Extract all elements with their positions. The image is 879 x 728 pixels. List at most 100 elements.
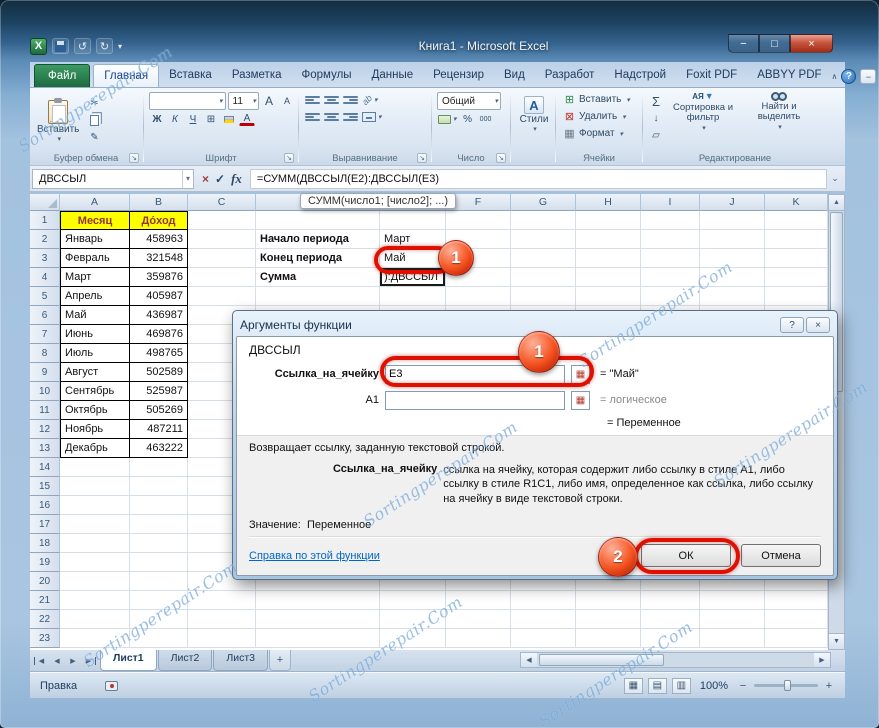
close-button[interactable]: × <box>790 34 833 53</box>
row-header-4[interactable]: 4 <box>30 268 60 287</box>
cell-B20[interactable] <box>130 572 188 591</box>
cell-E1[interactable] <box>380 211 446 230</box>
zoom-slider-thumb[interactable] <box>784 680 792 691</box>
cell-I21[interactable] <box>641 591 700 610</box>
cell-H4[interactable] <box>576 268 641 287</box>
align-right-icon[interactable] <box>342 109 359 125</box>
row-header-15[interactable]: 15 <box>30 477 60 496</box>
view-page-layout-icon[interactable]: ▤ <box>647 677 667 694</box>
cell-B15[interactable] <box>130 477 188 496</box>
cancel-entry-button[interactable]: × <box>202 172 209 186</box>
cell-A17[interactable] <box>60 515 130 534</box>
cell-D3[interactable]: Конец периода <box>256 249 380 268</box>
cell-J21[interactable] <box>700 591 765 610</box>
cell-A23[interactable] <box>60 629 130 648</box>
cell-A1[interactable]: Месяц <box>60 211 130 230</box>
row-header-19[interactable]: 19 <box>30 553 60 572</box>
formula-bar-expand-icon[interactable]: ⌄ <box>827 173 843 184</box>
cell-J22[interactable] <box>700 610 765 629</box>
cell-F3[interactable] <box>446 249 511 268</box>
select-all-corner[interactable] <box>30 194 60 211</box>
cell-K1[interactable] <box>765 211 828 230</box>
cell-B6[interactable]: 436987 <box>130 306 188 325</box>
cell-I4[interactable] <box>641 268 700 287</box>
ribbon-tab-Рецензир[interactable]: Рецензир <box>423 64 494 87</box>
number-format-select[interactable]: Общий ▾ <box>437 92 501 110</box>
cell-J3[interactable] <box>700 249 765 268</box>
font-size-select[interactable]: 11 ▾ <box>227 92 259 110</box>
macro-record-icon[interactable] <box>105 680 119 691</box>
cell-E3[interactable]: Май <box>380 249 446 268</box>
cell-I3[interactable] <box>641 249 700 268</box>
insert-sheet-button[interactable]: + <box>268 650 291 671</box>
cell-D22[interactable] <box>256 610 380 629</box>
cell-A8[interactable]: Июль <box>60 344 130 363</box>
ribbon-tab-Разработ[interactable]: Разработ <box>535 64 605 87</box>
zoom-in-icon[interactable]: + <box>823 680 835 692</box>
workbook-minimize-button[interactable]: − <box>860 69 877 84</box>
percent-format-icon[interactable]: % <box>460 111 476 127</box>
function-help-link[interactable]: Справка по этой функции <box>249 550 380 562</box>
clear-icon[interactable]: ▱ <box>648 127 664 143</box>
shrink-font-icon[interactable]: А <box>279 93 295 109</box>
dialog-close-icon[interactable]: × <box>806 317 830 333</box>
row-header-5[interactable]: 5 <box>30 287 60 306</box>
cell-A5[interactable]: Апрель <box>60 287 130 306</box>
row-header-10[interactable]: 10 <box>30 382 60 401</box>
align-left-icon[interactable] <box>304 109 321 125</box>
cell-B13[interactable]: 463222 <box>130 439 188 458</box>
copy-icon[interactable] <box>86 112 102 128</box>
save-button[interactable] <box>52 38 69 54</box>
cell-A14[interactable] <box>60 458 130 477</box>
cell-H23[interactable] <box>576 629 641 648</box>
cell-D5[interactable] <box>256 287 380 306</box>
cell-B21[interactable] <box>130 591 188 610</box>
view-page-break-icon[interactable]: ▥ <box>671 677 691 694</box>
cell-G1[interactable] <box>511 211 576 230</box>
cell-B10[interactable]: 525987 <box>130 382 188 401</box>
insert-cells-button[interactable]: ⊞ Вставить ▾ <box>561 91 639 108</box>
row-header-2[interactable]: 2 <box>30 230 60 249</box>
cell-B7[interactable]: 469876 <box>130 325 188 344</box>
cell-K23[interactable] <box>765 629 828 648</box>
cell-G4[interactable] <box>511 268 576 287</box>
column-header-A[interactable]: A <box>60 194 130 211</box>
cell-D2[interactable]: Начало периода <box>256 230 380 249</box>
row-header-22[interactable]: 22 <box>30 610 60 629</box>
ribbon-tab-Разметка[interactable]: Разметка <box>222 64 292 87</box>
dialog-help-icon[interactable]: ? <box>780 317 804 333</box>
sort-filter-button[interactable]: АЯ ▼ Сортировка и фильтр ▾ <box>666 91 740 151</box>
ribbon-tab-Вставка[interactable]: Вставка <box>159 64 222 87</box>
font-dialog-launcher-icon[interactable]: ↘ <box>284 153 294 163</box>
cell-K4[interactable] <box>765 268 828 287</box>
name-box-caret-icon[interactable]: ▾ <box>181 169 193 188</box>
zoom-out-icon[interactable]: − <box>737 680 749 692</box>
find-select-button[interactable]: Найти и выделить ▾ <box>742 91 816 151</box>
column-header-G[interactable]: G <box>511 194 576 211</box>
cell-B5[interactable]: 405987 <box>130 287 188 306</box>
align-center-icon[interactable] <box>323 109 340 125</box>
zoom-slider[interactable] <box>754 680 818 691</box>
scroll-left-icon[interactable]: ◀ <box>521 653 537 667</box>
help-icon[interactable]: ? <box>841 69 857 84</box>
cell-A9[interactable]: Август <box>60 363 130 382</box>
cell-G5[interactable] <box>511 287 576 306</box>
cell-C5[interactable] <box>188 287 256 306</box>
cell-I2[interactable] <box>641 230 700 249</box>
cell-H3[interactable] <box>576 249 641 268</box>
cell-I22[interactable] <box>641 610 700 629</box>
minimize-button[interactable]: − <box>728 34 759 53</box>
comma-format-icon[interactable]: 000 <box>478 111 494 127</box>
cell-A6[interactable]: Май <box>60 306 130 325</box>
column-header-K[interactable]: K <box>765 194 828 211</box>
cell-B22[interactable] <box>130 610 188 629</box>
cell-E5[interactable] <box>380 287 446 306</box>
cell-H22[interactable] <box>576 610 641 629</box>
row-header-3[interactable]: 3 <box>30 249 60 268</box>
column-header-B[interactable]: B <box>130 194 188 211</box>
cell-A22[interactable] <box>60 610 130 629</box>
cell-E2[interactable]: Март <box>380 230 446 249</box>
column-header-J[interactable]: J <box>700 194 765 211</box>
next-sheet-icon[interactable]: ▶ <box>66 657 80 665</box>
ribbon-tab-Формулы[interactable]: Формулы <box>292 64 362 87</box>
